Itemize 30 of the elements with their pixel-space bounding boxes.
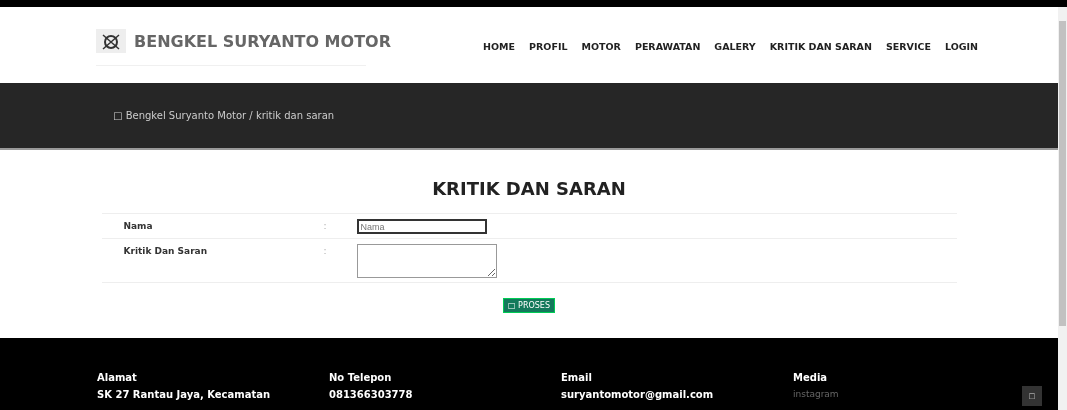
nav-link[interactable]: MOTOR bbox=[581, 41, 621, 52]
field-label: Nama bbox=[123, 220, 154, 231]
nav-link[interactable]: SERVICE bbox=[885, 41, 931, 52]
name-input[interactable]: Nama bbox=[356, 219, 487, 234]
footer-heading: Email bbox=[561, 372, 593, 383]
nav-link[interactable]: HOME bbox=[483, 41, 516, 52]
scrollbar[interactable] bbox=[1058, 7, 1067, 410]
nav-link[interactable]: LOGIN bbox=[944, 41, 978, 52]
footer-heading: Media bbox=[793, 372, 829, 383]
nav-link[interactable]: PERAWATAN bbox=[634, 41, 701, 52]
footer-text: 081366303778 bbox=[329, 389, 414, 400]
footer-text: suryantomotor@gmail.com bbox=[561, 389, 715, 400]
nav-link[interactable]: GALERY bbox=[714, 41, 756, 52]
site-title[interactable]: BENGKEL SURYANTO MOTOR bbox=[134, 31, 391, 51]
page-title: KRITIK DAN SARAN bbox=[432, 178, 626, 199]
scrollbar-thumb[interactable] bbox=[1059, 21, 1066, 326]
colon-separator: : bbox=[323, 245, 328, 256]
submit-button[interactable]: □ PROSES bbox=[503, 298, 555, 313]
field-label: Kritik Dan Saran bbox=[123, 245, 209, 256]
breadcrumb: □ Bengkel Suryanto Motor / kritik dan saran bbox=[113, 110, 335, 121]
footer-text: SK 27 Rantau Jaya, Kecamatan bbox=[97, 389, 272, 400]
footer-text: instagram bbox=[793, 389, 840, 399]
colon-separator: : bbox=[323, 220, 328, 231]
footer-heading: No Telepon bbox=[329, 372, 393, 383]
nav-link[interactable]: KRITIK DAN SARAN bbox=[769, 41, 872, 52]
scroll-top-button[interactable]: □ bbox=[1022, 386, 1042, 406]
feedback-textarea[interactable] bbox=[356, 244, 497, 278]
footer-heading: Alamat bbox=[97, 372, 138, 383]
logo-icon bbox=[96, 29, 126, 53]
nav-link[interactable]: PROFIL bbox=[529, 41, 568, 52]
